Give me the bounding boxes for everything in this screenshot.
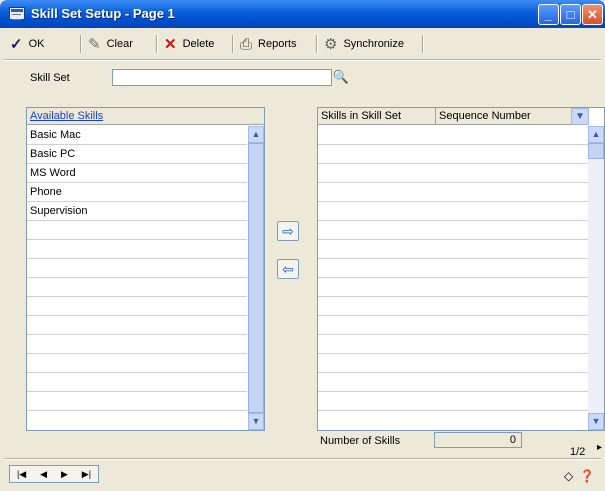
list-item[interactable]: Basic PC [27,145,247,164]
gears-icon: ⚙ [324,36,338,53]
number-of-skills-field: 0 [434,432,522,448]
table-row[interactable] [318,145,588,164]
scroll-thumb[interactable] [588,143,604,159]
skill-set-input[interactable] [112,69,332,86]
toolbar: ✓ OK ✎ Clear ✕ Delete ⎙ Reports ⚙ Synchr… [4,30,601,58]
last-record-icon[interactable]: ▶| [82,469,91,480]
toolbar-separator [316,35,318,53]
table-row[interactable] [318,240,588,259]
table-row[interactable] [318,411,588,430]
page-number: 1/2 [570,446,586,458]
scroll-thumb[interactable] [248,143,264,413]
skills-in-set-scrollbar[interactable]: ▲ ▼ [588,126,604,430]
list-item[interactable]: Supervision [27,202,247,221]
table-row[interactable] [318,126,588,145]
page-indicator: 1/2 ▸ [570,442,602,458]
skill-set-setup-window: Skill Set Setup - Page 1 _ □ ✕ ✓ OK ✎ Cl… [0,0,605,491]
list-item[interactable]: Phone [27,183,247,202]
skills-in-set-list[interactable]: Skills in Skill Set Sequence Number ▼ ▲ … [317,107,605,431]
scroll-down-icon[interactable]: ▼ [248,413,264,430]
synchronize-label: Synchronize [343,38,404,50]
available-skills-list[interactable]: Available Skills Basic Mac Basic PC MS W… [26,107,265,431]
status-icons: ◇ ❓ [564,469,595,483]
delete-x-icon: ✕ [164,36,177,53]
list-item[interactable] [27,411,247,430]
window-title: Skill Set Setup - Page 1 [31,6,175,21]
available-skills-header[interactable]: Available Skills [27,108,264,125]
table-row[interactable] [318,316,588,335]
synchronize-button[interactable]: ⚙ Synchronize [324,30,404,58]
table-row[interactable] [318,164,588,183]
next-record-icon[interactable]: ▶ [61,469,68,480]
scroll-down-icon[interactable]: ▼ [588,413,604,430]
list-item[interactable] [27,259,247,278]
toolbar-divider [4,59,601,61]
table-row[interactable] [318,392,588,411]
delete-button[interactable]: ✕ Delete [164,30,214,58]
status-divider [4,458,601,460]
app-window-icon [9,7,25,20]
list-item[interactable] [27,240,247,259]
scroll-up-icon[interactable]: ▲ [248,126,264,143]
eraser-icon: ✎ [88,36,101,53]
previous-record-icon[interactable]: ◀ [40,469,47,480]
skill-set-label: Skill Set [30,72,70,84]
toolbar-separator [232,35,234,53]
list-item[interactable]: Basic Mac [27,126,247,145]
skills-in-set-header: Skills in Skill Set [318,108,436,125]
left-arrow-icon: ⇦ [282,261,294,277]
list-item[interactable] [27,316,247,335]
scroll-up-icon[interactable]: ▲ [588,126,604,143]
toolbar-separator [80,35,82,53]
available-skills-scrollbar[interactable]: ▲ ▼ [248,126,264,430]
maximize-button[interactable]: □ [560,4,581,25]
table-row[interactable] [318,202,588,221]
table-row[interactable] [318,278,588,297]
sequence-number-header: Sequence Number [436,108,571,125]
record-navigation: |◀ ◀ ▶ ▶| [9,465,99,483]
table-row[interactable] [318,259,588,278]
close-button[interactable]: ✕ [582,4,603,25]
reports-label: Reports [258,38,297,50]
table-row[interactable] [318,297,588,316]
ok-label: OK [28,38,45,50]
toolbar-separator [156,35,158,53]
next-page-icon[interactable]: ▸ [597,442,602,453]
table-row[interactable] [318,373,588,392]
list-item[interactable] [27,354,247,373]
clear-button[interactable]: ✎ Clear [88,30,133,58]
sequence-dropdown-chevron-icon[interactable]: ▼ [571,108,589,125]
list-item[interactable] [27,278,247,297]
table-row[interactable] [318,354,588,373]
add-skill-button[interactable]: ⇨ [277,221,299,241]
number-of-skills-label: Number of Skills [320,435,401,447]
table-row[interactable] [318,335,588,354]
clear-label: Clear [106,38,133,50]
title-bar[interactable]: Skill Set Setup - Page 1 _ □ ✕ [0,0,605,28]
note-icon[interactable]: ◇ [564,469,573,483]
lookup-magnifier-icon[interactable]: 🔍 [332,69,350,86]
list-item[interactable] [27,392,247,411]
table-row[interactable] [318,221,588,240]
checkmark-icon: ✓ [10,36,23,53]
remove-skill-button[interactable]: ⇦ [277,259,299,279]
list-item[interactable]: MS Word [27,164,247,183]
ok-button[interactable]: ✓ OK [10,30,44,58]
delete-label: Delete [182,38,215,50]
first-record-icon[interactable]: |◀ [17,469,26,480]
toolbar-separator [422,35,424,53]
table-row[interactable] [318,183,588,202]
reports-button[interactable]: ⎙ Reports [240,30,297,58]
right-arrow-icon: ⇨ [282,223,294,239]
list-item[interactable] [27,297,247,316]
list-item[interactable] [27,221,247,240]
list-item[interactable] [27,335,247,354]
list-item[interactable] [27,373,247,392]
help-icon[interactable]: ❓ [580,469,595,483]
printer-icon: ⎙ [240,35,253,53]
minimize-button[interactable]: _ [538,4,559,25]
